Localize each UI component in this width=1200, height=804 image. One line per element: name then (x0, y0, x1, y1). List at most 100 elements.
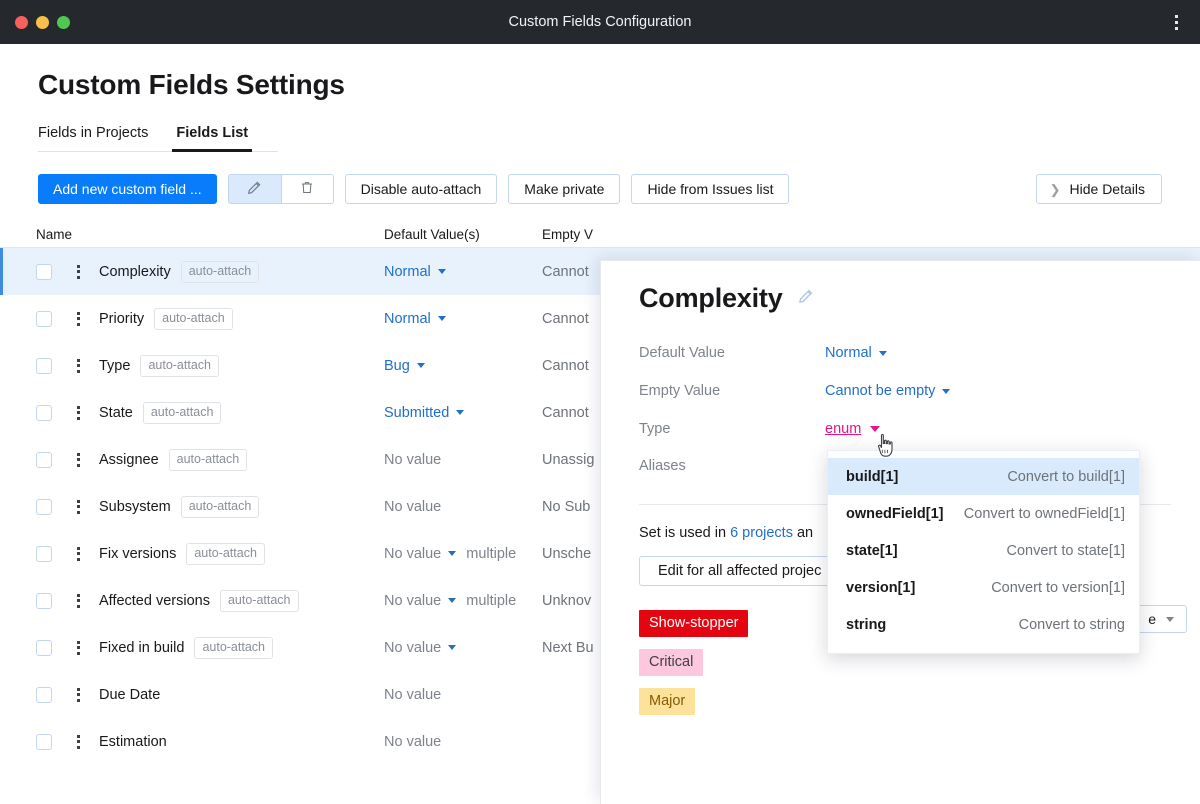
tab-fields-in-projects[interactable]: Fields in Projects (38, 125, 148, 151)
cell-name: Due Date (36, 686, 384, 703)
cell-default-value: Normal (384, 264, 542, 280)
dropdown-item[interactable]: string Convert to string (828, 606, 1139, 643)
chevron-down-icon[interactable] (448, 551, 457, 556)
empty-value-text: Cannot be empty (825, 383, 936, 399)
row-checkbox[interactable] (36, 404, 52, 421)
row-kebab-menu-icon[interactable] (70, 734, 86, 749)
projects-link[interactable]: 6 projects (730, 525, 793, 541)
disable-auto-attach-button[interactable]: Disable auto-attach (344, 174, 498, 204)
row-kebab-menu-icon[interactable] (70, 405, 86, 420)
field-name-label: Type (99, 357, 131, 374)
cell-name: Affected versions auto-attach (36, 589, 384, 612)
edit-delete-button-group (227, 174, 334, 204)
row-kebab-menu-icon[interactable] (70, 546, 86, 561)
hide-from-issues-list-button[interactable]: Hide from Issues list (631, 174, 790, 204)
property-type: Type enum (639, 410, 1170, 448)
row-kebab-menu-icon[interactable] (70, 593, 86, 608)
column-header-name[interactable]: Name (36, 227, 384, 242)
default-value-text[interactable]: Normal (384, 264, 431, 280)
dropdown-item-action: Convert to version[1] (991, 579, 1125, 596)
row-checkbox[interactable] (36, 545, 52, 562)
row-checkbox[interactable] (36, 451, 52, 468)
chevron-down-icon[interactable] (437, 269, 446, 274)
row-kebab-menu-icon[interactable] (70, 264, 86, 279)
auto-attach-badge: auto-attach (154, 307, 233, 330)
row-checkbox[interactable] (36, 357, 52, 374)
row-checkbox[interactable] (36, 310, 52, 327)
row-kebab-menu-icon[interactable] (70, 358, 86, 373)
enum-value-tag[interactable]: Critical (639, 649, 704, 676)
chevron-down-icon[interactable] (437, 316, 446, 321)
chevron-down-icon[interactable] (416, 363, 425, 368)
row-kebab-menu-icon[interactable] (70, 452, 86, 467)
dropdown-item-action: Convert to ownedField[1] (963, 505, 1125, 522)
row-checkbox[interactable] (36, 686, 52, 703)
chevron-down-icon (878, 350, 887, 356)
default-value-text[interactable]: Normal (384, 311, 431, 327)
details-field-name: Complexity (639, 283, 783, 313)
cell-default-value: Submitted (384, 405, 542, 421)
dropdown-item[interactable]: version[1] Convert to version[1] (828, 569, 1139, 606)
type-convert-dropdown-menu: build[1] Convert to build[1] ownedField[1]… (827, 450, 1140, 654)
row-checkbox[interactable] (36, 263, 52, 280)
maximize-window-button[interactable] (57, 15, 70, 29)
row-kebab-menu-icon[interactable] (70, 687, 86, 702)
edit-field-button[interactable] (228, 175, 281, 203)
field-name-label: Estimation (99, 733, 167, 750)
kebab-menu-icon[interactable] (1166, 11, 1186, 33)
tab-fields-list[interactable]: Fields List (172, 125, 252, 152)
row-checkbox[interactable] (36, 733, 52, 750)
row-kebab-menu-icon[interactable] (70, 311, 86, 326)
dropdown-item-type: state[1] (846, 542, 898, 559)
chevron-down-icon[interactable] (448, 598, 457, 603)
dropdown-item[interactable]: build[1] Convert to build[1] (828, 458, 1139, 495)
edit-for-all-affected-projects-button[interactable]: Edit for all affected projec (639, 556, 841, 586)
minimize-window-button[interactable] (36, 15, 49, 29)
cell-default-value: Normal (384, 311, 542, 327)
row-checkbox[interactable] (36, 592, 52, 609)
default-value-text: No value (384, 686, 442, 703)
field-name-label: Complexity (99, 263, 171, 280)
enum-value-tag[interactable]: Major (639, 688, 696, 715)
enum-value-tag[interactable]: Show-stopper (639, 610, 749, 637)
type-dropdown[interactable]: enum (825, 421, 881, 437)
default-value-dropdown[interactable]: Normal (825, 345, 887, 361)
hide-details-button[interactable]: ❯ Hide Details (1035, 174, 1162, 204)
field-name-label: Affected versions (99, 592, 210, 609)
row-kebab-menu-icon[interactable] (70, 640, 86, 655)
field-name-label: Due Date (99, 686, 161, 703)
window-controls (0, 15, 70, 29)
field-name-label: State (99, 404, 133, 421)
chevron-down-icon[interactable] (456, 410, 465, 415)
cell-default-value: No value (384, 452, 542, 468)
column-header-empty-value[interactable]: Empty V (542, 227, 702, 242)
add-new-custom-field-button[interactable]: Add new custom field ... (38, 174, 217, 204)
cell-default-value: No value (384, 734, 542, 750)
property-label: Default Value (639, 345, 725, 361)
page-title: Custom Fields Settings (38, 69, 345, 100)
empty-value-dropdown[interactable]: Cannot be empty (825, 383, 951, 399)
used-in-suffix: an (792, 525, 814, 541)
field-name-label: Assignee (99, 451, 159, 468)
chevron-down-icon[interactable] (448, 645, 457, 650)
dropdown-item[interactable]: ownedField[1] Convert to ownedField[1] (828, 495, 1139, 532)
row-kebab-menu-icon[interactable] (70, 499, 86, 514)
auto-attach-badge: auto-attach (194, 636, 273, 659)
window-titlebar: Custom Fields Configuration (0, 0, 1200, 44)
delete-field-button[interactable] (280, 175, 333, 203)
auto-attach-badge: auto-attach (219, 589, 299, 612)
pencil-icon[interactable] (797, 287, 815, 310)
default-value-text[interactable]: Submitted (384, 405, 449, 421)
default-value-text: No value (384, 545, 442, 562)
default-value-text: No value (384, 451, 442, 468)
row-checkbox[interactable] (36, 498, 52, 515)
make-private-button[interactable]: Make private (508, 174, 621, 204)
auto-attach-badge: auto-attach (168, 448, 248, 471)
details-title-row: Complexity (639, 283, 1170, 314)
column-header-default-value[interactable]: Default Value(s) (384, 227, 542, 242)
dropdown-item[interactable]: state[1] Convert to state[1] (828, 532, 1139, 569)
close-window-button[interactable] (15, 15, 28, 29)
dropdown-item-type: version[1] (846, 579, 916, 596)
default-value-text[interactable]: Bug (384, 358, 410, 374)
row-checkbox[interactable] (36, 639, 52, 656)
